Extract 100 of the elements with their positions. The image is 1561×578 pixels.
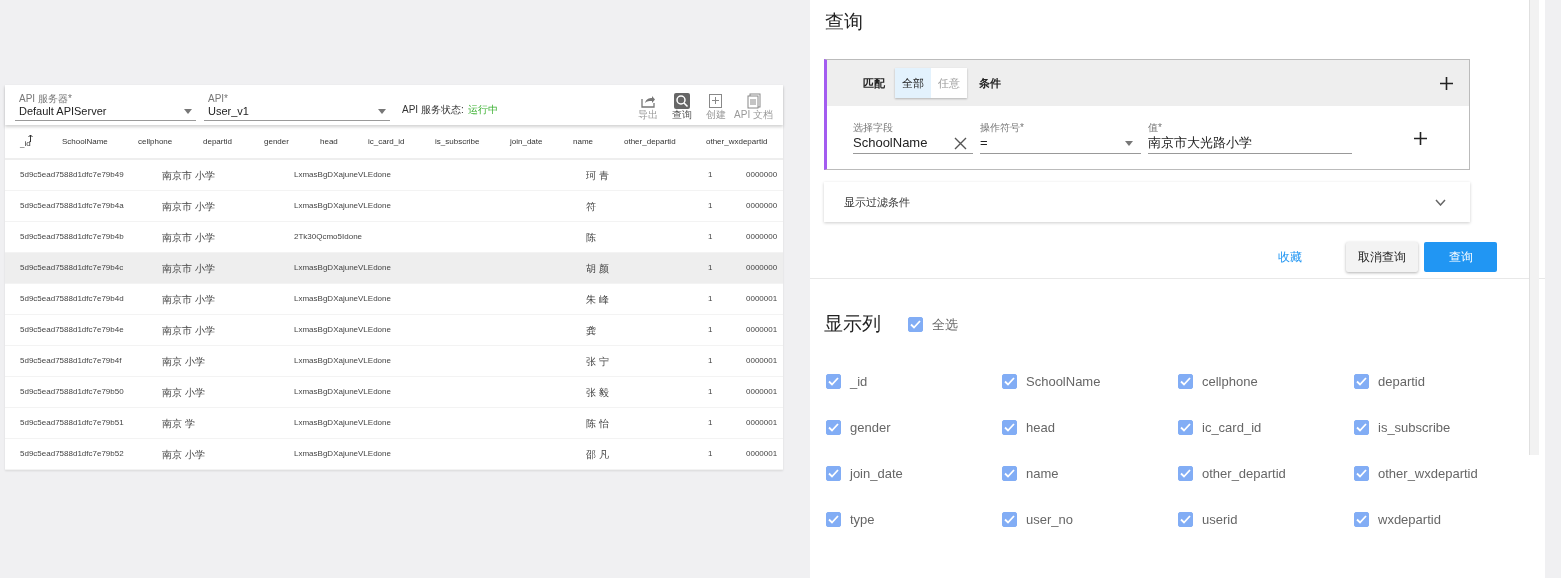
table-cell-text: 陈 怡: [586, 416, 610, 431]
table-row[interactable]: 5d9c5ead7588d1dfc7e79b4a 南京市 小学 LxmasBgDXajuneVLEdone 符 1 0000000: [5, 191, 783, 222]
table-cell-text: 胡 颜: [586, 261, 610, 276]
table-row[interactable]: 5d9c5ead7588d1dfc7e79b4e 南京市 小学 LxmasBgDXajuneVLEdone 龚 1 0000001: [5, 315, 783, 346]
column-header[interactable]: join_date: [510, 135, 573, 148]
filter-toggle-label: 显示过滤条件: [844, 194, 910, 210]
table-cell-text: 张 毅: [586, 385, 610, 400]
checkbox[interactable]: [1002, 374, 1017, 389]
table-cell-text: LxmasBgDXajuneVLEdone: [294, 386, 392, 398]
table-cell-text: 朱 峰: [586, 292, 610, 307]
plus-document-icon: [708, 92, 725, 109]
column-header[interactable]: other_departid: [624, 135, 706, 148]
status-label: API 服务状态:: [402, 103, 464, 117]
table-row[interactable]: 5d9c5ead7588d1dfc7e79b4c 南京市 小学 LxmasBgDXajuneVLEdone 胡 颜 1 0000000: [5, 253, 783, 284]
checkbox-label: other_wxdepartid: [1378, 464, 1478, 483]
checkbox[interactable]: [1002, 420, 1017, 435]
field-label: API 服务器*: [19, 93, 73, 104]
table-cell-text: 1: [708, 169, 714, 181]
value-input[interactable]: 值* 南京市大光路小学: [1148, 122, 1352, 154]
column-header[interactable]: SchoolName: [62, 135, 138, 148]
field-select[interactable]: 选择字段 SchoolName: [853, 122, 973, 154]
checkbox[interactable]: [908, 316, 923, 332]
checkbox[interactable]: [826, 466, 841, 481]
field-label: API*: [208, 93, 229, 104]
table-row[interactable]: 5d9c5ead7588d1dfc7e79b51 南京 学 LxmasBgDXajuneVLEdone 陈 怡 1 0000001: [5, 408, 783, 439]
checkbox-label: join_date: [850, 464, 903, 483]
table-cell-text: 南京市 小学: [162, 199, 216, 214]
table-cell-text: 南京 小学: [162, 354, 206, 369]
table-cell-text: 0000001: [746, 448, 779, 460]
column-header[interactable]: other_wxdepartid: [706, 135, 786, 148]
table-cell-text: 1: [708, 448, 714, 460]
table-cell-text: 1: [708, 293, 714, 305]
table-cell-text: 5d9c5ead7588d1dfc7e79b49: [20, 169, 125, 181]
filter-toggle[interactable]: 显示过滤条件: [824, 182, 1470, 222]
add-icon[interactable]: [1414, 131, 1427, 145]
table-cell-text: 张 宁: [586, 354, 610, 369]
checkbox[interactable]: [826, 420, 841, 435]
panel-title: 查询: [825, 10, 864, 34]
api-dropdown[interactable]: API* User_v1: [204, 93, 390, 121]
checkbox-label: type: [850, 510, 875, 529]
table-cell-text: LxmasBgDXajuneVLEdone: [294, 448, 392, 460]
table-cell-text: 5d9c5ead7588d1dfc7e79b4c: [20, 262, 125, 274]
checkbox[interactable]: [1002, 466, 1017, 481]
checkbox[interactable]: [826, 512, 841, 527]
column-header[interactable]: ic_card_id: [368, 135, 435, 148]
table-cell-text: 5d9c5ead7588d1dfc7e79b4d: [20, 293, 125, 305]
table-cell-text: 5d9c5ead7588d1dfc7e79b4b: [20, 231, 125, 243]
table-row[interactable]: 5d9c5ead7588d1dfc7e79b4f 南京 小学 LxmasBgDXajuneVLEdone 张 宁 1 0000001: [5, 346, 783, 377]
checkbox-label: is_subscribe: [1378, 418, 1451, 437]
checkbox-label: user_no: [1026, 510, 1073, 529]
table-cell-text: 符: [586, 199, 597, 214]
field-value: =: [980, 134, 988, 152]
checkbox-label: head: [1026, 418, 1055, 437]
table-cell-text: LxmasBgDXajuneVLEdone: [294, 169, 392, 181]
cancel-button[interactable]: 取消查询: [1346, 242, 1418, 272]
field-value: Default APIServer: [19, 104, 107, 119]
caret-icon: [378, 109, 386, 114]
checkbox[interactable]: [1354, 420, 1369, 435]
table-cell-text: 珂 青: [586, 168, 610, 183]
checkbox[interactable]: [826, 374, 841, 389]
server-dropdown[interactable]: API 服务器* Default APIServer: [15, 93, 196, 121]
table-cell-text: 0000001: [746, 355, 779, 367]
table-cell-text: 0000000: [746, 231, 779, 243]
table-cell-text: 1: [708, 200, 714, 212]
column-header[interactable]: is_subscribe: [435, 135, 510, 148]
table-row[interactable]: 5d9c5ead7588d1dfc7e79b52 南京 小学 LxmasBgDXajuneVLEdone 邵 凡 1 0000001: [5, 439, 783, 470]
search-button[interactable]: 查询: [666, 92, 699, 120]
add-icon[interactable]: [1440, 76, 1453, 90]
table-cell-text: 5d9c5ead7588d1dfc7e79b4f: [20, 355, 123, 367]
column-header[interactable]: _id: [20, 133, 62, 150]
checkbox[interactable]: [1178, 466, 1193, 481]
table-row[interactable]: 5d9c5ead7588d1dfc7e79b4d 南京市 小学 LxmasBgDXajuneVLEdone 朱 峰 1 0000001: [5, 284, 783, 315]
checkbox[interactable]: [1178, 512, 1193, 527]
checkbox[interactable]: [1354, 512, 1369, 527]
checkbox[interactable]: [1354, 374, 1369, 389]
sort-arrow-icon[interactable]: [27, 133, 33, 142]
table-cell-text: 1: [708, 324, 714, 336]
column-header[interactable]: departid: [203, 135, 264, 148]
column-header[interactable]: name: [573, 135, 624, 148]
caret-icon: [1125, 140, 1133, 146]
checkbox-label: cellphone: [1202, 372, 1258, 391]
checkbox[interactable]: [1002, 512, 1017, 527]
table-cell-text: LxmasBgDXajuneVLEdone: [294, 200, 392, 212]
table-row[interactable]: 5d9c5ead7588d1dfc7e79b50 南京 小学 LxmasBgDXajuneVLEdone 张 毅 1 0000001: [5, 377, 783, 408]
checkbox-label: SchoolName: [1026, 372, 1101, 391]
table-cell-text: 南京市 小学: [162, 230, 216, 245]
checkbox[interactable]: [1354, 466, 1369, 481]
checkbox[interactable]: [1178, 420, 1193, 435]
match-option[interactable]: 全部: [895, 67, 931, 99]
field-label: 选择字段: [853, 122, 894, 133]
checkbox[interactable]: [1178, 374, 1193, 389]
clear-icon[interactable]: [954, 136, 967, 150]
column-header[interactable]: head: [320, 135, 368, 148]
checkbox-label: name: [1026, 464, 1059, 483]
column-header[interactable]: cellphone: [138, 135, 203, 148]
scrollbar[interactable]: [1529, 0, 1539, 455]
table-cell-text: 陈: [586, 230, 597, 245]
table-row[interactable]: 5d9c5ead7588d1dfc7e79b49 南京市 小学 LxmasBgDXajuneVLEdone 珂 青 1 0000000: [5, 160, 783, 191]
operator-dropdown[interactable]: 操作符号* =: [980, 122, 1141, 154]
column-header[interactable]: gender: [264, 135, 320, 148]
